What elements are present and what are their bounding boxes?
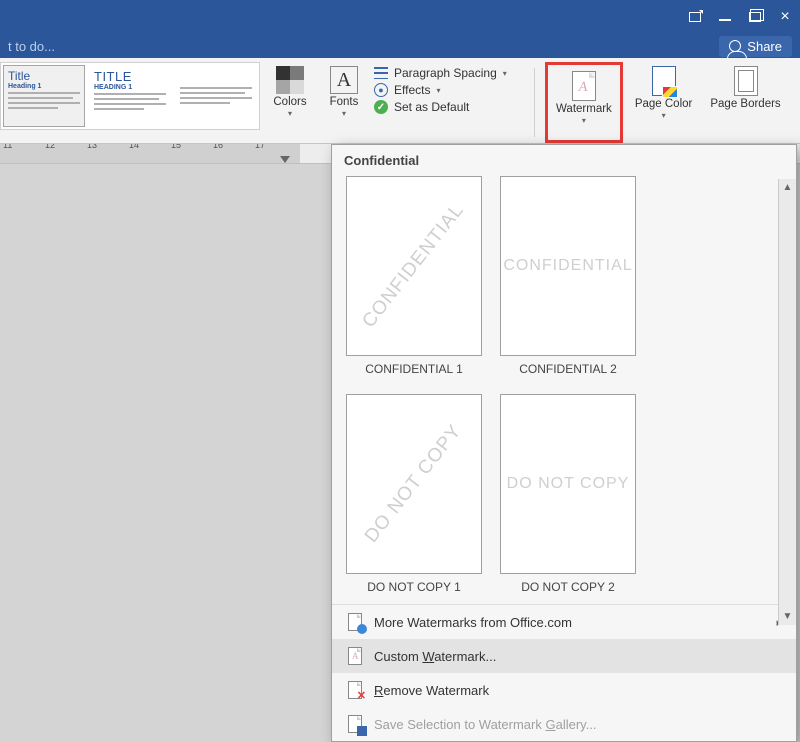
ruler-number: 12 [45, 144, 55, 150]
chevron-down-icon: ▾ [436, 86, 440, 95]
close-icon[interactable]: × [778, 10, 792, 24]
fonts-button[interactable]: A Fonts ▾ [320, 62, 368, 138]
watermark-preview-text: DO NOT COPY [361, 421, 467, 548]
watermark-dropdown: Confidential CONFIDENTIAL CONFIDENTIAL 1… [331, 144, 797, 742]
paragraph-spacing-label: Paragraph Spacing [394, 66, 497, 80]
save-to-gallery-label: Save Selection to Watermark Gallery... [374, 717, 597, 732]
colors-label: Colors [273, 96, 306, 109]
watermark-tile-do-not-copy-1[interactable]: DO NOT COPY DO NOT COPY 1 [346, 394, 482, 594]
page-color-label: Page Color [635, 98, 693, 111]
colors-icon [276, 66, 304, 94]
titlebar: × [0, 0, 800, 34]
watermark-icon [572, 71, 596, 101]
remove-watermark-item[interactable]: ✕ Remove Watermark [332, 673, 796, 707]
minimize-icon[interactable] [718, 10, 732, 24]
watermark-preview-text: CONFIDENTIAL [503, 257, 632, 275]
ruler-number: 11 [3, 144, 12, 150]
watermark-highlight: Watermark ▾ [545, 62, 623, 143]
separator [534, 68, 535, 137]
watermark-button[interactable]: Watermark ▾ [550, 67, 618, 143]
ruler-number: 16 [213, 144, 223, 150]
fonts-label: Fonts [330, 96, 359, 109]
watermark-tile-do-not-copy-2[interactable]: DO NOT COPY DO NOT COPY 2 [500, 394, 636, 594]
chevron-down-icon: ▾ [342, 109, 346, 118]
document-formatting-options: Paragraph Spacing ▾ ● Effects ▾ ✓ Set as… [374, 62, 524, 143]
chevron-down-icon: ▾ [503, 69, 507, 78]
custom-watermark-label: Custom Watermark... [374, 649, 496, 664]
effects-button[interactable]: ● Effects ▾ [374, 83, 524, 97]
person-icon [729, 40, 741, 52]
fonts-icon: A [330, 66, 358, 94]
page-borders-icon [734, 66, 758, 96]
watermark-tile-confidential-2[interactable]: CONFIDENTIAL CONFIDENTIAL 2 [500, 176, 636, 376]
ruler-number: 13 [87, 144, 97, 150]
watermark-preview-text: CONFIDENTIAL [359, 200, 470, 333]
paragraph-spacing-icon [374, 67, 388, 79]
scroll-up-icon[interactable]: ▲ [783, 182, 793, 193]
watermark-caption: DO NOT COPY 1 [367, 580, 461, 594]
chevron-down-icon: ▾ [288, 109, 292, 118]
effects-label: Effects [394, 83, 430, 97]
style-tile[interactable]: Title Heading 1 [3, 65, 85, 127]
check-icon: ✓ [374, 100, 388, 114]
watermark-preview-text: DO NOT COPY [507, 475, 630, 493]
watermark-caption: DO NOT COPY 2 [521, 580, 615, 594]
watermark-caption: CONFIDENTIAL 2 [519, 362, 617, 376]
style-tile[interactable] [175, 65, 257, 127]
page-color-button[interactable]: Page Color ▾ [629, 62, 699, 138]
page-icon [348, 613, 362, 631]
style-tile[interactable]: TITLE HEADING 1 [89, 65, 171, 127]
more-watermarks-label: More Watermarks from Office.com [374, 615, 572, 630]
colors-button[interactable]: Colors ▾ [266, 62, 314, 138]
save-to-gallery-item: Save Selection to Watermark Gallery... [332, 707, 796, 741]
restore-icon[interactable] [748, 10, 762, 24]
paragraph-spacing-button[interactable]: Paragraph Spacing ▾ [374, 66, 524, 80]
page-save-icon [348, 715, 362, 733]
more-watermarks-item[interactable]: More Watermarks from Office.com ▸ [332, 605, 796, 639]
custom-watermark-item[interactable]: Custom Watermark... [332, 639, 796, 673]
ribbon-display-options-icon[interactable] [688, 10, 702, 24]
watermark-gallery: CONFIDENTIAL CONFIDENTIAL 1 CONFIDENTIAL… [332, 176, 796, 604]
page-borders-button[interactable]: Page Borders [704, 62, 786, 138]
gallery-scrollbar[interactable]: ▲ ▼ [778, 179, 796, 625]
remove-watermark-label: Remove Watermark [374, 683, 489, 698]
page-color-icon [652, 66, 676, 96]
chevron-down-icon: ▾ [582, 116, 586, 125]
ruler-indent-marker[interactable] [280, 156, 290, 163]
watermark-label: Watermark [556, 103, 612, 116]
set-as-default-button[interactable]: ✓ Set as Default [374, 100, 524, 114]
effects-icon: ● [374, 83, 388, 97]
watermark-section-header: Confidential [332, 145, 796, 176]
page-watermark-icon [348, 647, 362, 665]
ribbon: Title Heading 1 TITLE HEADING 1 Colors ▾… [0, 58, 800, 144]
tell-me-input[interactable]: t to do... [8, 39, 55, 54]
page-borders-label: Page Borders [710, 98, 780, 111]
document-formatting-gallery[interactable]: Title Heading 1 TITLE HEADING 1 [0, 62, 260, 130]
scroll-down-icon[interactable]: ▼ [783, 611, 793, 622]
ruler-number: 17 [255, 144, 265, 150]
set-default-label: Set as Default [394, 100, 469, 114]
share-button[interactable]: Share [719, 36, 792, 57]
tell-me-bar: t to do... Share [0, 34, 800, 58]
share-label: Share [747, 39, 782, 54]
ruler-number: 14 [129, 144, 139, 150]
ruler-number: 15 [171, 144, 181, 150]
style-title: Title [8, 69, 80, 83]
chevron-down-icon: ▾ [662, 111, 666, 120]
watermark-tile-confidential-1[interactable]: CONFIDENTIAL CONFIDENTIAL 1 [346, 176, 482, 376]
style-heading: Heading 1 [8, 83, 80, 90]
watermark-caption: CONFIDENTIAL 1 [365, 362, 463, 376]
style-heading: HEADING 1 [94, 84, 166, 91]
page-remove-icon: ✕ [348, 681, 362, 699]
style-title: TITLE [94, 69, 166, 84]
watermark-menu: More Watermarks from Office.com ▸ Custom… [332, 604, 796, 741]
